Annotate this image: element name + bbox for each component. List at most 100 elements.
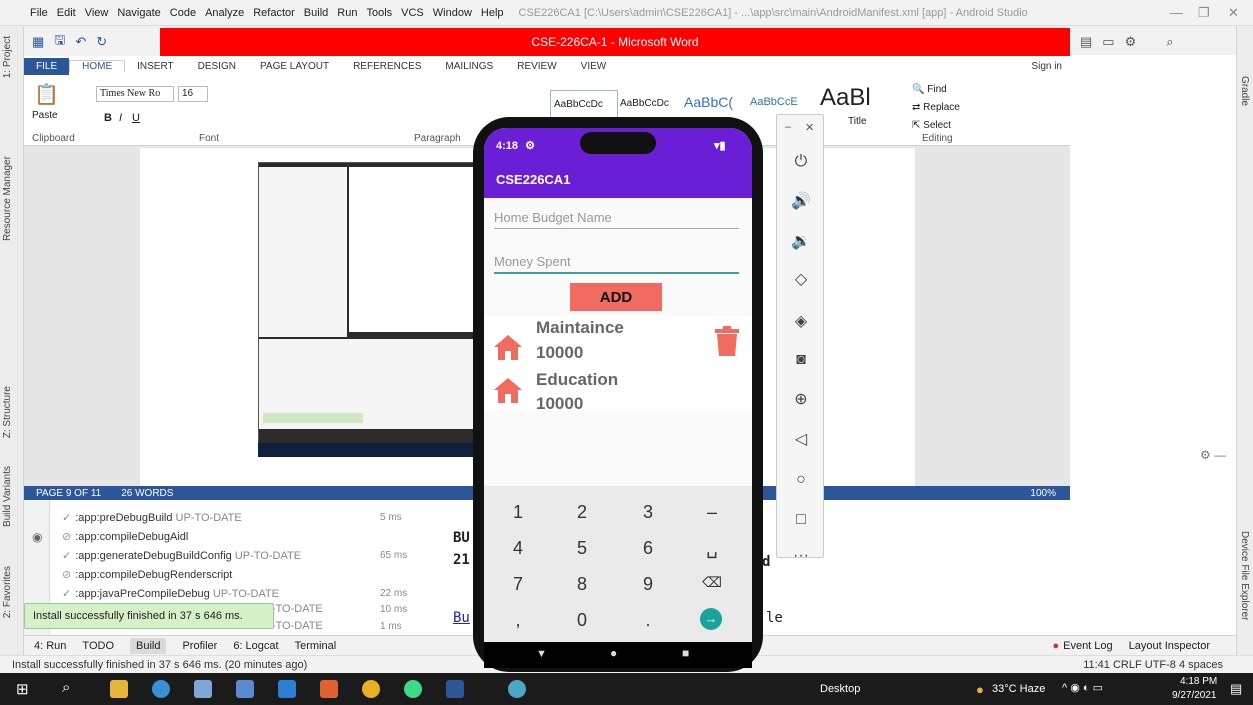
menu-run[interactable]: Run bbox=[337, 7, 357, 19]
paste-icon[interactable]: 📋 bbox=[34, 82, 59, 107]
device-file-explorer-tab[interactable]: Device File Explorer bbox=[1239, 531, 1250, 620]
home-nav-icon[interactable]: ● bbox=[610, 646, 617, 660]
notification-icon[interactable]: ▤ bbox=[1230, 681, 1242, 697]
style-heading1[interactable]: AaBbC( bbox=[684, 94, 733, 110]
menu-navigate[interactable]: Navigate bbox=[117, 7, 160, 19]
windows-start-icon[interactable]: ⊞ bbox=[16, 680, 29, 698]
profiler-tab[interactable]: Profiler bbox=[182, 640, 217, 652]
key-0[interactable]: 0 bbox=[552, 610, 612, 631]
tab-home[interactable]: HOME bbox=[69, 60, 126, 72]
home-circle-icon[interactable]: ○ bbox=[790, 469, 812, 491]
key-7[interactable]: 7 bbox=[488, 574, 548, 595]
todo-tab[interactable]: TODO bbox=[82, 640, 114, 652]
run-icon[interactable]: ▭ bbox=[1102, 34, 1114, 50]
layout-icon[interactable]: ▤ bbox=[1080, 34, 1092, 50]
more-icon[interactable]: ··· bbox=[790, 545, 812, 567]
key-8[interactable]: 8 bbox=[552, 574, 612, 595]
rotate-left-icon[interactable]: ◇ bbox=[790, 269, 812, 291]
emulator-icon[interactable] bbox=[508, 680, 526, 698]
android-studio-icon[interactable] bbox=[404, 680, 422, 698]
structure-tab[interactable]: Z: Structure bbox=[2, 386, 13, 438]
underline-button[interactable]: U bbox=[132, 112, 140, 124]
notification-balloon[interactable]: Install successfully finished in 37 s 64… bbox=[24, 603, 274, 629]
select-button[interactable]: ⇱ Select bbox=[912, 120, 951, 131]
font-name-select[interactable]: Times New Ro bbox=[96, 86, 174, 102]
weather-text[interactable]: 33°C Haze bbox=[992, 683, 1045, 695]
font-size-select[interactable]: 16 bbox=[178, 86, 208, 102]
key-5[interactable]: 5 bbox=[552, 538, 612, 559]
run-tab[interactable]: 4: Run bbox=[34, 640, 66, 652]
menu-file[interactable]: File bbox=[30, 7, 48, 19]
resource-manager-tab[interactable]: Resource Manager bbox=[2, 156, 13, 241]
undo-icon[interactable]: ↶ bbox=[75, 34, 86, 50]
add-button[interactable]: ADD bbox=[570, 283, 662, 311]
project-tab[interactable]: 1: Project bbox=[2, 36, 13, 78]
key-9[interactable]: 9 bbox=[618, 574, 678, 595]
desktop-label[interactable]: Desktop bbox=[820, 683, 860, 695]
zoom-level[interactable]: 100% bbox=[1030, 488, 1056, 499]
key-2[interactable]: 2 bbox=[552, 502, 612, 523]
redo-icon[interactable]: ↻ bbox=[96, 34, 107, 50]
terminal-tab[interactable]: Terminal bbox=[295, 640, 337, 652]
word-icon[interactable] bbox=[446, 680, 464, 698]
rotate-right-icon[interactable]: ◈ bbox=[790, 311, 812, 333]
search-icon[interactable]: ⌕ bbox=[1166, 34, 1173, 50]
recents-nav-icon[interactable]: ■ bbox=[682, 646, 689, 660]
favorites-tab[interactable]: 2: Favorites bbox=[2, 566, 13, 618]
key-minus[interactable]: – bbox=[682, 502, 742, 523]
settings-icon[interactable]: ⚙ bbox=[1125, 34, 1137, 50]
menu-view[interactable]: View bbox=[85, 7, 109, 19]
menu-refactor[interactable]: Refactor bbox=[253, 7, 295, 19]
key-3[interactable]: 3 bbox=[618, 502, 678, 523]
app-icon[interactable] bbox=[320, 680, 338, 698]
key-1[interactable]: 1 bbox=[488, 502, 548, 523]
key-4[interactable]: 4 bbox=[488, 538, 548, 559]
tab-insert[interactable]: INSERT bbox=[125, 61, 186, 72]
style-heading2[interactable]: AaBbCcE bbox=[750, 96, 798, 108]
menu-help[interactable]: Help bbox=[481, 7, 504, 19]
file-explorer-icon[interactable] bbox=[110, 680, 128, 698]
menu-code[interactable]: Code bbox=[170, 7, 196, 19]
camera-icon[interactable]: ◙ bbox=[790, 349, 812, 371]
enter-key-icon[interactable]: → bbox=[700, 608, 722, 630]
tab-mailings[interactable]: MAILINGS bbox=[433, 61, 505, 72]
vscode-icon[interactable] bbox=[278, 680, 296, 698]
search-taskbar-icon[interactable]: ⌕ bbox=[62, 679, 70, 696]
minimize-icon[interactable]: — bbox=[1170, 5, 1183, 20]
close-emulator-icon[interactable]: ✕ bbox=[805, 121, 814, 134]
trash-icon[interactable] bbox=[714, 326, 740, 356]
italic-button[interactable]: I bbox=[119, 112, 122, 124]
app-icon[interactable] bbox=[236, 680, 254, 698]
tab-design[interactable]: DESIGN bbox=[186, 61, 248, 72]
bold-button[interactable]: B bbox=[104, 112, 112, 124]
tab-file[interactable]: FILE bbox=[24, 57, 70, 75]
build-tab[interactable]: Build bbox=[130, 637, 167, 654]
gradle-tab[interactable]: Gradle bbox=[1239, 76, 1250, 106]
menu-window[interactable]: Window bbox=[433, 7, 472, 19]
close-icon[interactable]: ✕ bbox=[1228, 5, 1239, 21]
key-comma[interactable]: , bbox=[488, 610, 548, 631]
key-6[interactable]: 6 bbox=[618, 538, 678, 559]
key-dot[interactable]: . bbox=[618, 610, 678, 631]
tab-page-layout[interactable]: PAGE LAYOUT bbox=[248, 61, 341, 72]
menu-analyze[interactable]: Analyze bbox=[205, 7, 244, 19]
tray-icons[interactable]: ^ ◉ ◐ ▭ bbox=[1062, 681, 1103, 694]
chrome-icon[interactable] bbox=[362, 680, 380, 698]
back-icon[interactable]: ◁ bbox=[790, 429, 812, 451]
logcat-tab[interactable]: 6: Logcat bbox=[233, 640, 278, 652]
tab-references[interactable]: REFERENCES bbox=[341, 61, 433, 72]
maximize-icon[interactable]: ❐ bbox=[1198, 5, 1210, 21]
style-normal[interactable]: AaBbCcDc bbox=[550, 90, 618, 118]
home-budget-name-input[interactable]: Home Budget Name bbox=[494, 210, 739, 229]
gear-icon[interactable]: ⚙ — bbox=[1200, 448, 1226, 462]
overview-icon[interactable]: □ bbox=[790, 509, 812, 531]
style-title[interactable]: AaBl bbox=[820, 84, 871, 112]
eye-icon[interactable]: ◉ bbox=[32, 530, 42, 544]
find-button[interactable]: 🔍 Find bbox=[912, 84, 947, 95]
tab-review[interactable]: REVIEW bbox=[505, 61, 568, 72]
money-spent-input[interactable]: Money Spent bbox=[494, 254, 739, 274]
edge-icon[interactable] bbox=[152, 680, 170, 698]
menu-build[interactable]: Build bbox=[304, 7, 328, 19]
event-log-tab[interactable]: Event Log bbox=[1063, 640, 1113, 652]
layout-inspector-tab[interactable]: Layout Inspector bbox=[1129, 640, 1210, 652]
